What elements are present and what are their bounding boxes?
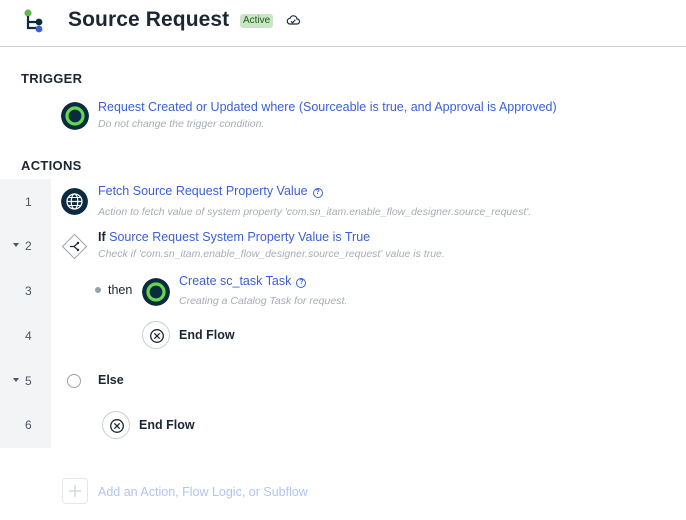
branch-diamond-icon bbox=[61, 233, 88, 260]
help-icon[interactable]: ? bbox=[296, 278, 307, 288]
end-flow-label[interactable]: End Flow bbox=[179, 328, 235, 342]
flow-tree-icon bbox=[24, 9, 43, 33]
cloud-icon[interactable] bbox=[286, 14, 300, 26]
step-1-subtitle: Action to fetch value of system property… bbox=[98, 206, 532, 218]
trigger-subtitle: Do not change the trigger condition. bbox=[98, 118, 265, 130]
row-number-6: 6 bbox=[25, 418, 32, 432]
row-number-1: 1 bbox=[25, 195, 32, 209]
step-2-condition[interactable]: Source Request System Property Value is … bbox=[109, 230, 370, 244]
step-1-title[interactable]: Fetch Source Request Property Value? bbox=[98, 184, 323, 198]
plus-icon bbox=[69, 485, 81, 497]
row-number-4: 4 bbox=[25, 329, 32, 343]
step-3-subtitle: Creating a Catalog Task for request. bbox=[179, 295, 348, 307]
actions-section-label: ACTIONS bbox=[21, 158, 82, 173]
trigger-title-main[interactable]: Request Created or Updated bbox=[98, 100, 258, 114]
trigger-title-where: where bbox=[261, 100, 296, 114]
else-label[interactable]: Else bbox=[98, 373, 124, 387]
flow-header: Source Request Active bbox=[0, 0, 686, 47]
then-bullet bbox=[95, 287, 101, 293]
help-icon[interactable]: ? bbox=[312, 188, 323, 198]
trigger-record-icon bbox=[61, 102, 89, 130]
step-2-subtitle: Check if 'com.sn_itam.enable_flow_design… bbox=[98, 248, 445, 260]
add-step-label[interactable]: Add an Action, Flow Logic, or Subflow bbox=[98, 485, 308, 499]
status-badge: Active bbox=[240, 14, 274, 28]
end-flow-icon bbox=[102, 411, 130, 439]
if-keyword: If bbox=[98, 230, 106, 244]
trigger-section-label: TRIGGER bbox=[21, 71, 83, 86]
task-record-icon bbox=[142, 278, 170, 306]
else-circle-icon bbox=[67, 374, 81, 388]
step-3-title[interactable]: Create sc_task Task? bbox=[179, 274, 307, 288]
trigger-title-condition[interactable]: (Sourceable is true, and Approval is App… bbox=[299, 100, 557, 114]
end-flow-label[interactable]: End Flow bbox=[139, 418, 195, 432]
step-2-title[interactable]: If Source Request System Property Value … bbox=[98, 230, 370, 244]
page-title: Source Request bbox=[68, 8, 230, 31]
collapse-caret-icon[interactable] bbox=[13, 378, 19, 382]
then-label: then bbox=[108, 283, 133, 297]
step-1-title-text[interactable]: Fetch Source Request Property Value bbox=[98, 184, 308, 198]
trigger-title[interactable]: Request Created or Updated where (Source… bbox=[98, 100, 557, 114]
globe-icon bbox=[61, 188, 88, 215]
add-step-button[interactable] bbox=[62, 478, 88, 504]
row-number-2: 2 bbox=[25, 239, 32, 253]
row-number-3: 3 bbox=[25, 284, 32, 298]
collapse-caret-icon[interactable] bbox=[13, 243, 19, 247]
row-number-5: 5 bbox=[25, 374, 32, 388]
step-3-title-text[interactable]: Create sc_task Task bbox=[179, 274, 291, 288]
end-flow-icon bbox=[142, 321, 170, 349]
